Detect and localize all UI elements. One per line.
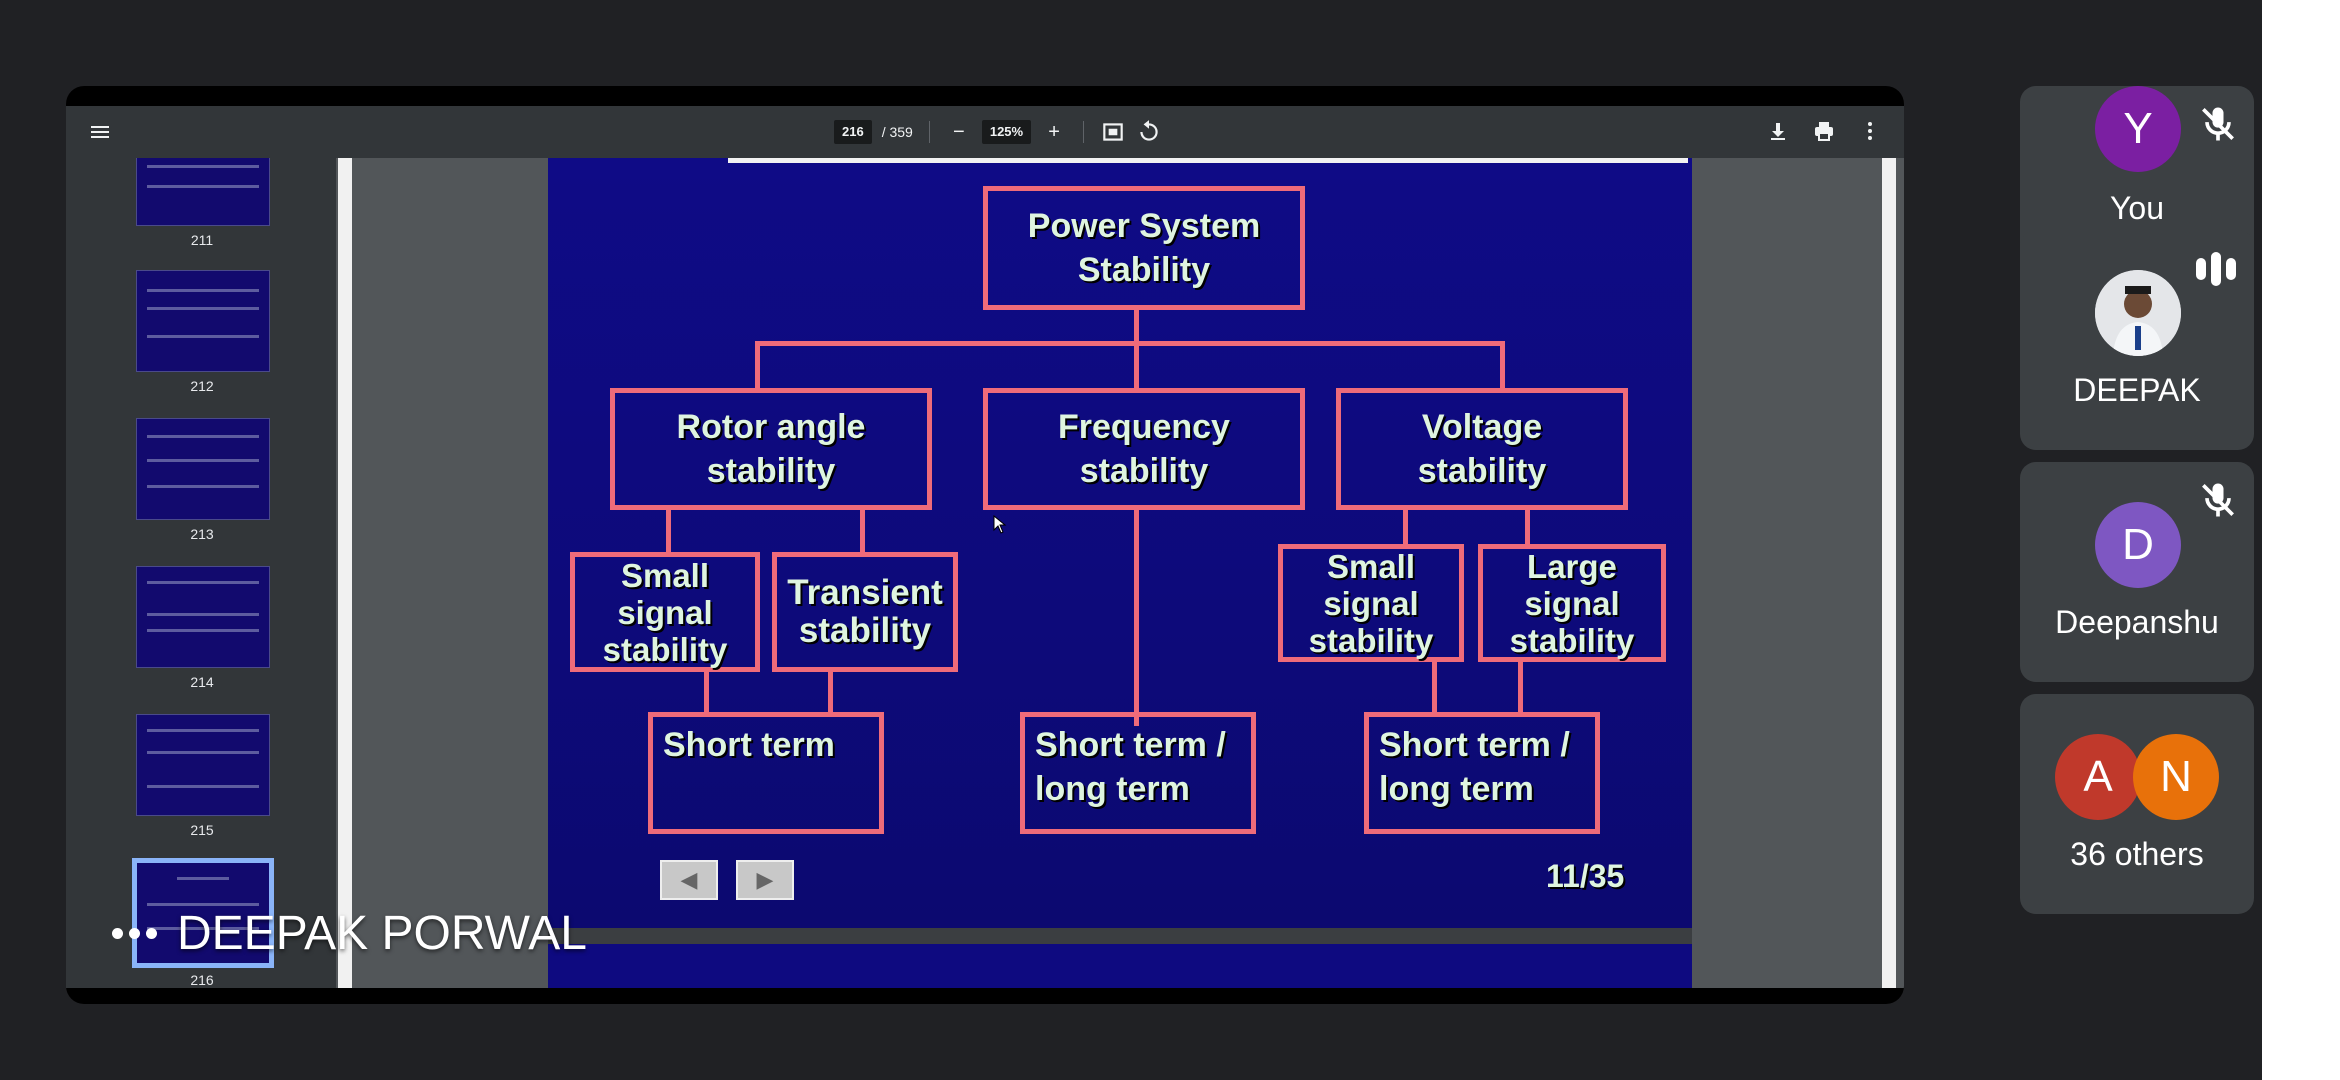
mic-off-icon [2202,107,2234,141]
connector-line [755,341,760,389]
node-power-system-stability: Power System Stability [983,186,1305,310]
more-vert-icon[interactable] [1858,119,1882,143]
connector-line [704,670,709,714]
connector-line [666,508,671,554]
page-gap [548,928,1692,944]
participant-tile-deepanshu[interactable]: D Deepanshu [2020,462,2254,682]
participant-name: Deepanshu [2055,604,2219,640]
thumbnail-page[interactable] [136,714,270,816]
toolbar-divider [928,121,930,143]
thumbnail-number: 212 [190,378,214,394]
next-slide-page [548,944,1692,988]
participant-name: 36 others [2070,836,2204,872]
toolbar-center: 216 / 359 − 125% + [834,115,1162,149]
thumbnail-number: 216 [190,972,214,988]
thumbnail-page[interactable] [136,566,270,668]
toolbar-right [1766,119,1882,143]
next-slide-button[interactable]: ▶ [736,860,794,900]
connector-line [1432,660,1437,714]
connector-line [1518,660,1523,714]
presenter-name: DEEPAK PORWAL [177,907,587,960]
connector-line [828,670,833,714]
pdf-toolbar: 216 / 359 − 125% + [66,106,1904,158]
participant-tile-others[interactable]: A N 36 others [2020,694,2254,914]
right-edge-strip [2262,0,2340,1080]
connector-line [1134,308,1139,344]
node-short-long-term: Short term / long term [1364,712,1600,834]
thumbnail-page[interactable] [136,158,270,226]
avatar: A [2055,734,2141,820]
avatar: Y [2095,86,2181,172]
connector-line [1500,341,1505,389]
connector-line [1403,508,1408,546]
node-short-long-term: Short term / long term [1020,712,1256,834]
thumbnail-number: 214 [190,674,214,690]
node-voltage-stability: Voltage stability [1336,388,1628,510]
thumbnail-page[interactable] [136,270,270,372]
page-number-input[interactable]: 216 [834,120,872,144]
pdf-body: 211 212 213 214 215 216 Power System Sta… [66,158,1904,988]
node-small-signal-stability: Small signal stability [1278,544,1464,662]
slide-top-bar [728,158,1688,163]
presenter-label: DEEPAK PORWAL [112,906,587,961]
participant-name: You [2110,190,2164,226]
node-large-signal-stability: Large signal stability [1478,544,1666,662]
slide-counter: 11/35 [1546,858,1625,894]
node-small-signal-stability: Small signal stability [570,552,760,672]
connector-line [1134,341,1139,389]
sidebar-scrollbar[interactable] [338,158,352,988]
node-transient-stability: Transient stability [772,552,958,672]
zoom-out-icon[interactable]: − [946,119,972,145]
menu-icon[interactable] [88,120,112,144]
thumbnail-page[interactable] [136,418,270,520]
print-icon[interactable] [1812,119,1836,143]
document-scrollbar[interactable] [1882,158,1896,988]
speaking-indicator-icon [2196,252,2236,286]
page-total: / 359 [881,124,913,140]
slide-page: Power System Stability Rotor angle stabi… [548,158,1692,928]
mic-off-icon [2202,483,2234,517]
zoom-input[interactable]: 125% [981,120,1032,144]
connector-line [755,341,1505,346]
avatar [2095,270,2181,356]
prev-slide-button[interactable]: ◀ [660,860,718,900]
thumbnail-number: 211 [190,232,214,248]
more-options-icon[interactable] [112,928,157,939]
shared-screen: 216 / 359 − 125% + 211 212 213 214 215 2… [66,86,1904,1004]
node-frequency-stability: Frequency stability [983,388,1305,510]
avatar: D [2095,502,2181,588]
thumbnail-number: 215 [190,822,214,838]
participant-tile-deepak[interactable]: DEEPAK [2020,230,2254,450]
download-icon[interactable] [1766,119,1790,143]
connector-line [860,508,865,554]
participant-name: DEEPAK [2073,372,2201,408]
connector-line [1525,508,1530,546]
fit-page-icon[interactable] [1100,119,1126,145]
thumbnail-number: 213 [190,526,214,542]
avatar: N [2133,734,2219,820]
zoom-in-icon[interactable]: + [1041,119,1067,145]
mouse-cursor-icon [993,515,1007,534]
node-rotor-angle-stability: Rotor angle stability [610,388,932,510]
node-short-term: Short term [648,712,884,834]
connector-line [1134,508,1139,726]
thumbnail-sidebar: 211 212 213 214 215 216 [66,158,336,988]
rotate-icon[interactable] [1136,119,1162,145]
toolbar-divider [1083,121,1085,143]
